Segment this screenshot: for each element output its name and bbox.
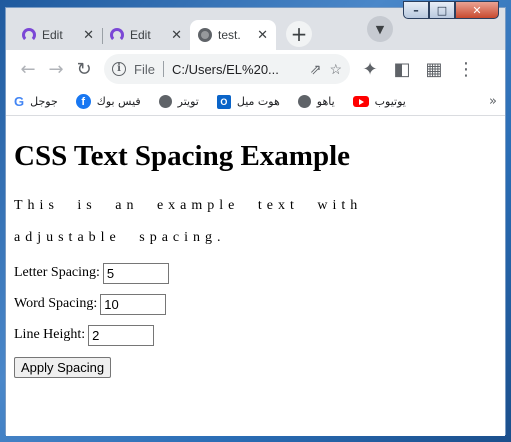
outlook-icon: O xyxy=(216,94,231,109)
tab-strip: Edit ✕ Edit ✕ test. ✕ + xyxy=(6,16,505,50)
file-label: File xyxy=(134,61,155,77)
close-icon[interactable]: ✕ xyxy=(171,27,182,43)
bookmark-label: ياهو xyxy=(316,95,335,108)
bookmark-facebook[interactable]: f فيس بوك xyxy=(75,94,141,109)
line-height-row: Line Height: xyxy=(14,324,497,346)
page-title: CSS Text Spacing Example xyxy=(14,140,351,172)
menu-icon[interactable]: ⋮ xyxy=(452,55,480,83)
page-content: CSS Text Spacing Example This is an exam… xyxy=(6,116,505,436)
apply-spacing-button[interactable]: Apply Spacing xyxy=(14,357,112,378)
line-height-input[interactable] xyxy=(88,324,155,346)
letter-spacing-label: Letter Spacing: xyxy=(14,265,100,280)
word-spacing-row: Word Spacing: xyxy=(14,293,497,315)
bookmark-label: جوجل xyxy=(30,95,58,108)
divider xyxy=(162,61,164,77)
extensions-icon[interactable]: ✦ xyxy=(356,55,384,83)
bookmark-youtube[interactable]: يوتيوب xyxy=(352,95,406,108)
globe-icon xyxy=(297,95,311,108)
tab-label: test. xyxy=(218,28,241,42)
bookmark-hotmail[interactable]: O هوت ميل xyxy=(216,94,280,109)
bookmark-twitter[interactable]: تويتر xyxy=(158,95,199,108)
browser-window: – □ ✕ Edit ✕ Edit ✕ test. ✕ + ▼ ← → ↻ i … xyxy=(5,1,506,436)
word-spacing-label: Word Spacing: xyxy=(14,296,98,311)
tab-edit-1[interactable]: Edit ✕ xyxy=(14,20,102,50)
forward-button[interactable]: → xyxy=(42,55,70,83)
reload-button[interactable]: ↻ xyxy=(70,55,98,83)
bookmark-label: تويتر xyxy=(177,95,199,108)
more-bookmarks-icon[interactable]: » xyxy=(489,94,497,109)
facebook-icon: f xyxy=(75,94,91,109)
tab-label: Edit xyxy=(130,28,151,42)
bookmark-label: فيس بوك xyxy=(96,95,141,108)
star-icon[interactable]: ☆ xyxy=(329,61,342,78)
tab-label: Edit xyxy=(42,28,63,42)
globe-icon xyxy=(198,28,212,42)
tab-test[interactable]: test. ✕ xyxy=(190,20,276,50)
close-icon[interactable]: ✕ xyxy=(83,27,94,43)
address-bar[interactable]: i File C:/Users/EL%20... ⇗ ☆ xyxy=(104,54,350,84)
bookmarks-bar: G جوجل f فيس بوك تويتر O هوت ميل ياهو يو… xyxy=(6,88,505,116)
toolbar: ← → ↻ i File C:/Users/EL%20... ⇗ ☆ ✦ ◧ ▦… xyxy=(6,50,505,88)
chevron-down-icon: ▼ xyxy=(375,22,385,36)
purple-ring-icon xyxy=(110,28,124,42)
sample-text: This is an example text with adjustable … xyxy=(14,198,363,245)
close-icon[interactable]: ✕ xyxy=(257,27,268,43)
letter-spacing-row: Letter Spacing: xyxy=(14,262,497,284)
info-icon[interactable]: i xyxy=(112,62,126,76)
youtube-icon xyxy=(352,96,369,107)
tab-edit-2[interactable]: Edit ✕ xyxy=(102,20,190,50)
url-text[interactable]: C:/Users/EL%20... xyxy=(172,62,302,77)
letter-spacing-input[interactable] xyxy=(102,262,169,284)
back-button[interactable]: ← xyxy=(14,55,42,83)
share-icon[interactable]: ⇗ xyxy=(310,61,322,78)
extension-app-icon[interactable]: ▦ xyxy=(420,55,448,83)
side-panel-icon[interactable]: ◧ xyxy=(388,55,416,83)
word-spacing-input[interactable] xyxy=(100,293,167,315)
new-tab-button[interactable]: + xyxy=(286,21,312,47)
tab-search-button[interactable]: ▼ xyxy=(367,16,393,42)
google-icon: G xyxy=(14,94,25,109)
bookmark-label: هوت ميل xyxy=(236,95,280,108)
bookmark-label: يوتيوب xyxy=(374,95,406,108)
purple-ring-icon xyxy=(22,28,36,42)
line-height-label: Line Height: xyxy=(14,327,86,342)
bookmark-google[interactable]: G جوجل xyxy=(14,94,58,109)
bookmark-yahoo[interactable]: ياهو xyxy=(297,95,335,108)
globe-icon xyxy=(158,95,172,108)
